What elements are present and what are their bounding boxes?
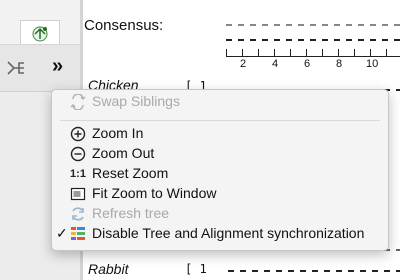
tree-layout-icon[interactable] <box>6 59 26 77</box>
menu-item-swap-siblings[interactable]: Swap Siblings <box>52 92 388 112</box>
menu-item-label: Zoom Out <box>92 145 155 161</box>
fit-window-icon <box>70 186 86 202</box>
swap-icon <box>70 94 86 110</box>
menu-item-label: Swap Siblings <box>92 93 180 109</box>
menu-item-fit-zoom[interactable]: Fit Zoom to Window <box>52 184 388 204</box>
menu-item-label: Zoom In <box>92 125 144 141</box>
expand-panel-button[interactable]: » <box>52 55 63 78</box>
reset-zoom-icon-text: 1:1 <box>70 168 86 180</box>
menu-item-label: Refresh tree <box>92 205 170 221</box>
ruler-label: 2 <box>240 58 247 70</box>
menu-item-zoom-in[interactable]: Zoom In <box>52 124 388 144</box>
menu-item-label: Reset Zoom <box>92 165 169 181</box>
ruler-label: 4 <box>272 58 279 70</box>
tree-toolbar: » <box>0 44 80 92</box>
ruler-label: 10 <box>366 58 379 70</box>
app-logo-icon <box>32 26 48 42</box>
app-logo-tab[interactable] <box>20 20 60 45</box>
ruler-label: 6 <box>304 58 311 70</box>
consensus-dashes <box>226 24 400 26</box>
menu-separator <box>60 120 380 121</box>
zoom-out-icon <box>70 146 86 162</box>
sequence-name[interactable]: Rabbit <box>88 261 128 277</box>
menu-item-refresh-tree[interactable]: Refresh tree <box>52 204 388 224</box>
ruler-axis <box>226 56 400 57</box>
sequence-row: [ 1 <box>185 262 207 276</box>
menu-item-zoom-out[interactable]: Zoom Out <box>52 144 388 164</box>
sync-icon <box>70 226 86 242</box>
menu-item-disable-sync[interactable]: ✓ Disable Tree and Alignment synchroniza… <box>52 224 388 244</box>
consensus-sequence <box>226 39 400 41</box>
consensus-label: Consensus: <box>84 17 164 34</box>
tree-context-menu: Swap Siblings Zoom In Zoom Out 1:1 Reset… <box>51 89 389 251</box>
ruler-label: 8 <box>336 58 343 70</box>
menu-item-reset-zoom[interactable]: 1:1 Reset Zoom <box>52 164 388 184</box>
menu-item-label: Disable Tree and Alignment synchronizati… <box>92 225 365 241</box>
checkmark-icon: ✓ <box>56 225 68 241</box>
refresh-icon <box>70 206 86 222</box>
zoom-in-icon <box>70 126 86 142</box>
reset-zoom-icon: 1:1 <box>70 166 86 182</box>
sequence-dashes <box>228 270 400 272</box>
menu-item-label: Fit Zoom to Window <box>92 185 217 201</box>
